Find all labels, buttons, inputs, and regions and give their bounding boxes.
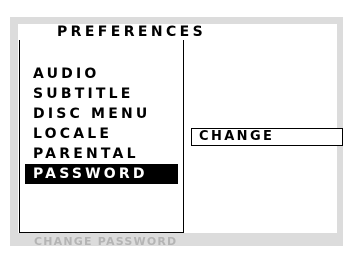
menu-item-subtitle[interactable]: SUBTITLE bbox=[25, 84, 178, 104]
menu-title: PREFERENCES bbox=[57, 24, 207, 40]
menu-item-disc-menu[interactable]: DISC MENU bbox=[25, 104, 178, 124]
menu-item-parental[interactable]: PARENTAL bbox=[25, 144, 178, 164]
preferences-menu: AUDIO SUBTITLE DISC MENU LOCALE PARENTAL… bbox=[25, 64, 178, 184]
change-option[interactable]: CHANGE bbox=[191, 128, 343, 146]
status-hint: CHANGE PASSWORD bbox=[34, 235, 178, 248]
dvd-preferences-screen: PREFERENCES AUDIO SUBTITLE DISC MENU LOC… bbox=[0, 0, 357, 258]
menu-item-password[interactable]: PASSWORD bbox=[25, 164, 178, 184]
menu-item-audio[interactable]: AUDIO bbox=[25, 64, 178, 84]
menu-item-locale[interactable]: LOCALE bbox=[25, 124, 178, 144]
